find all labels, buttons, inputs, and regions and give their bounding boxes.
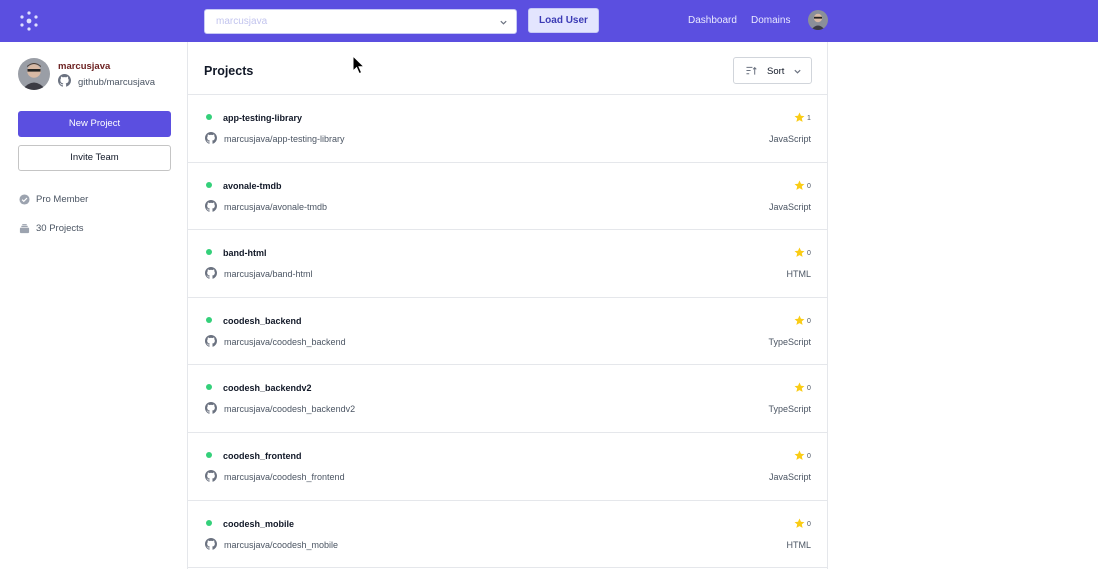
language-label: JavaScript <box>768 201 811 212</box>
star-count: 0 <box>807 182 811 190</box>
star-icon <box>794 518 805 528</box>
pro-member-label: Pro Member <box>36 194 89 205</box>
new-project-button[interactable]: New Project <box>18 111 171 137</box>
check-badge-icon <box>19 194 30 205</box>
stack-icon <box>19 224 30 234</box>
nav-domains-link[interactable]: Domains <box>751 15 790 26</box>
github-icon <box>205 132 217 144</box>
profile-username[interactable]: marcusjava <box>58 61 110 72</box>
repo-path[interactable]: marcusjava/coodesh_mobile <box>224 540 338 550</box>
language-label: JavaScript <box>768 134 811 144</box>
status-dot <box>206 519 212 526</box>
star-icon <box>794 180 805 190</box>
projects-list: app-testing-library marcusjava/app-testin… <box>188 95 827 569</box>
project-name[interactable]: avonale-tmdb <box>223 181 282 191</box>
language-label: TypeScript <box>768 336 811 347</box>
project-row[interactable]: app-testing-library marcusjava/app-testin… <box>188 95 827 163</box>
chevron-down-icon <box>794 69 801 74</box>
github-icon <box>205 199 217 212</box>
project-name[interactable]: coodesh_backendv2 <box>223 383 312 393</box>
project-row[interactable]: coodesh_mobile marcusjava/coodesh_mobile 0… <box>188 501 827 569</box>
status-dot <box>206 181 212 188</box>
status-dot <box>206 384 212 391</box>
nav-dashboard-link[interactable]: Dashboard <box>688 15 737 26</box>
project-row[interactable]: coodesh_backendv2 marcusjava/coodesh_back… <box>188 365 827 433</box>
sort-icon <box>746 66 757 75</box>
project-name[interactable]: coodesh_mobile <box>223 519 294 529</box>
star-count: 0 <box>807 385 811 393</box>
project-row[interactable]: coodesh_backend marcusjava/coodesh_backen… <box>188 298 827 366</box>
sort-label: Sort <box>767 66 785 77</box>
projects-count-label: 30 Projects <box>36 223 84 234</box>
project-name[interactable]: coodesh_frontend <box>223 451 302 461</box>
invite-team-button[interactable]: Invite Team <box>18 145 171 171</box>
repo-path[interactable]: marcusjava/coodesh_backend <box>224 337 346 347</box>
star-icon <box>794 112 805 122</box>
project-row[interactable]: coodesh_frontend marcusjava/coodesh_front… <box>188 433 827 501</box>
star-count: 0 <box>807 452 811 460</box>
project-row[interactable]: band-html marcusjava/band-html 0 HTML <box>188 230 827 298</box>
page-title: Projects <box>204 64 254 78</box>
profile-avatar <box>18 58 50 90</box>
github-icon <box>205 469 217 482</box>
star-count: 0 <box>807 317 811 325</box>
repo-path[interactable]: marcusjava/app-testing-library <box>224 134 345 144</box>
avatar[interactable] <box>808 10 828 30</box>
user-select[interactable]: marcusjava <box>204 9 517 34</box>
github-icon <box>205 402 217 415</box>
language-label: TypeScript <box>768 404 811 415</box>
star-icon <box>794 450 805 460</box>
star-count: 1 <box>807 115 811 122</box>
star-icon <box>794 247 805 258</box>
github-icon <box>205 537 217 550</box>
avatar-image <box>808 10 828 30</box>
github-profile-link[interactable]: github/marcusjava <box>78 77 155 88</box>
star-icon <box>794 315 805 325</box>
repo-path[interactable]: marcusjava/avonale-tmdb <box>224 202 327 212</box>
github-icon <box>58 74 71 87</box>
language-label: HTML <box>786 269 812 280</box>
sidebar: marcusjava github/marcusjava New Project… <box>0 42 188 569</box>
asterisk-logo-icon[interactable] <box>18 10 40 32</box>
project-name[interactable]: band-html <box>223 248 267 258</box>
star-count: 0 <box>807 250 811 258</box>
status-dot <box>206 114 212 120</box>
status-dot <box>206 316 212 323</box>
repo-path[interactable]: marcusjava/coodesh_backendv2 <box>224 404 355 414</box>
mouse-cursor-icon <box>352 55 366 75</box>
chevron-down-icon <box>500 20 507 25</box>
load-user-button[interactable]: Load User <box>528 8 599 33</box>
sort-button[interactable]: Sort <box>733 57 812 84</box>
user-select-value: marcusjava <box>216 16 268 27</box>
github-icon <box>205 267 217 279</box>
status-dot <box>206 451 212 458</box>
projects-panel: Projects Sort app-testing-library marcusj… <box>187 42 828 569</box>
repo-path[interactable]: marcusjava/band-html <box>224 269 313 279</box>
project-name[interactable]: coodesh_backend <box>223 316 302 326</box>
star-count: 0 <box>807 520 811 528</box>
top-navbar: marcusjava Load User Dashboard Domains <box>0 0 1098 42</box>
github-icon <box>205 334 217 347</box>
project-name[interactable]: app-testing-library <box>223 113 302 123</box>
repo-path[interactable]: marcusjava/coodesh_frontend <box>224 472 345 482</box>
status-dot <box>206 249 212 256</box>
star-icon <box>794 382 805 393</box>
language-label: JavaScript <box>768 471 811 482</box>
project-row[interactable]: avonale-tmdb marcusjava/avonale-tmdb 0 Java… <box>188 163 827 231</box>
language-label: HTML <box>786 539 812 550</box>
